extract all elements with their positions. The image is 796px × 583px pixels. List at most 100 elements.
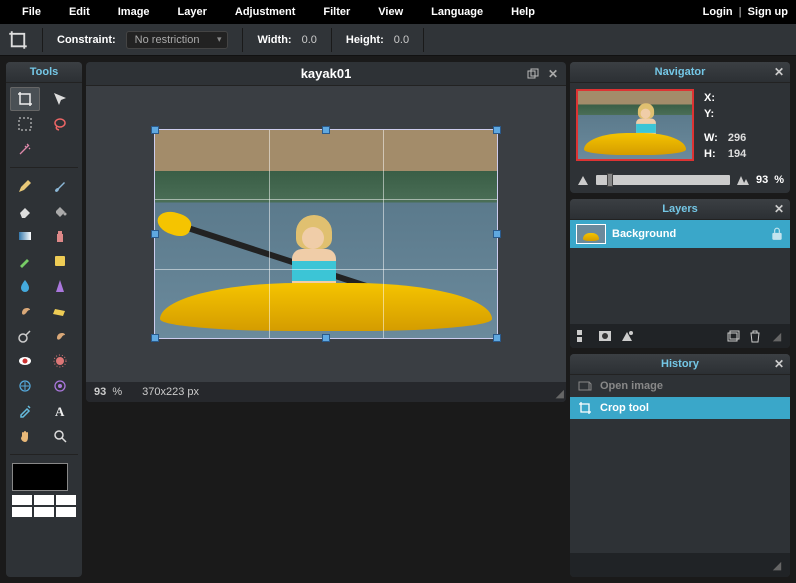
resize-grip-icon[interactable]: ◢ <box>770 329 784 343</box>
blur-tool[interactable] <box>10 274 40 298</box>
zoom-out-icon[interactable] <box>576 173 590 187</box>
bloat-tool[interactable] <box>10 374 40 398</box>
smudge-tool[interactable] <box>10 299 40 323</box>
swatch[interactable] <box>34 507 54 517</box>
foreground-swatch[interactable] <box>12 463 68 491</box>
close-icon[interactable]: ✕ <box>774 357 784 371</box>
resize-grip-icon[interactable]: ◢ <box>770 558 784 572</box>
menu-layer[interactable]: Layer <box>164 2 221 22</box>
clone-tool[interactable] <box>45 224 75 248</box>
menu-help[interactable]: Help <box>497 2 549 22</box>
menu-file[interactable]: File <box>8 2 55 22</box>
close-icon[interactable]: ✕ <box>774 202 784 216</box>
layer-name: Background <box>612 228 676 240</box>
constraint-label: Constraint: <box>57 34 116 46</box>
tools-title: Tools <box>6 62 82 83</box>
nav-x-value <box>728 91 746 105</box>
burn-tool[interactable] <box>45 324 75 348</box>
layer-row[interactable]: Background <box>570 220 790 248</box>
nav-w-label: W: <box>704 131 726 145</box>
swatch[interactable] <box>34 495 54 505</box>
type-tool[interactable]: A <box>45 399 75 423</box>
delete-layer-icon[interactable] <box>748 329 762 343</box>
wand-tool[interactable] <box>10 137 40 161</box>
dodge-tool[interactable] <box>10 324 40 348</box>
move-tool[interactable] <box>45 87 75 111</box>
hand-tool[interactable] <box>10 424 40 448</box>
menu-image[interactable]: Image <box>104 2 164 22</box>
status-dimensions: 370x223 px <box>142 386 199 398</box>
signup-link[interactable]: Sign up <box>748 6 788 18</box>
pencil-tool[interactable] <box>10 174 40 198</box>
crop-tool[interactable] <box>10 87 40 111</box>
width-value[interactable]: 0.0 <box>302 34 317 46</box>
nav-x-label: X: <box>704 91 726 105</box>
sharpen-tool[interactable] <box>45 274 75 298</box>
eraser-tool[interactable] <box>10 199 40 223</box>
zoom-tool[interactable] <box>45 424 75 448</box>
menubar-left: File Edit Image Layer Adjustment Filter … <box>8 2 549 22</box>
nav-y-value <box>728 107 746 121</box>
menubar: File Edit Image Layer Adjustment Filter … <box>0 0 796 24</box>
close-icon[interactable]: ✕ <box>546 67 560 81</box>
tools-grid <box>6 83 82 165</box>
bucket-tool[interactable] <box>45 199 75 223</box>
canvas-body[interactable] <box>86 86 566 382</box>
menu-view[interactable]: View <box>364 2 417 22</box>
history-item-label: Open image <box>600 380 663 392</box>
height-label: Height: <box>346 34 384 46</box>
menu-adjustment[interactable]: Adjustment <box>221 2 310 22</box>
layer-settings-icon[interactable] <box>576 329 590 343</box>
brush-tool[interactable] <box>45 174 75 198</box>
image-with-crop[interactable] <box>154 129 498 339</box>
zoom-in-icon[interactable] <box>736 173 750 187</box>
menu-edit[interactable]: Edit <box>55 2 104 22</box>
history-item-crop[interactable]: Crop tool <box>570 397 790 419</box>
eyedropper-tool[interactable] <box>10 399 40 423</box>
pinch-tool[interactable] <box>45 374 75 398</box>
nav-w-value: 296 <box>728 131 746 145</box>
sponge-tool[interactable] <box>45 299 75 323</box>
swatch[interactable] <box>12 495 32 505</box>
separator <box>242 28 243 52</box>
lasso-tool[interactable] <box>45 112 75 136</box>
layer-mask-icon[interactable] <box>598 329 612 343</box>
menu-filter[interactable]: Filter <box>309 2 364 22</box>
marquee-tool[interactable] <box>10 112 40 136</box>
height-value[interactable]: 0.0 <box>394 34 409 46</box>
layer-thumbnail <box>576 224 606 244</box>
swatch[interactable] <box>56 495 76 505</box>
new-layer-icon[interactable] <box>726 329 740 343</box>
maximize-icon[interactable] <box>526 67 540 81</box>
gradient-tool[interactable] <box>10 224 40 248</box>
close-icon[interactable]: ✕ <box>774 65 784 79</box>
canvas-title: kayak01 <box>301 66 352 81</box>
resize-grip-icon[interactable]: ◢ <box>556 387 564 400</box>
separator <box>10 454 78 455</box>
constraint-select[interactable]: No restriction <box>126 31 229 49</box>
swatch[interactable] <box>56 507 76 517</box>
canvas-area: kayak01 ✕ <box>86 62 566 577</box>
separator <box>42 28 43 52</box>
login-link[interactable]: Login <box>703 6 733 18</box>
draw-tool[interactable] <box>45 249 75 273</box>
nav-y-label: Y: <box>704 107 726 121</box>
crop-icon <box>8 30 28 50</box>
color-replace-tool[interactable] <box>10 249 40 273</box>
navigator-thumbnail[interactable] <box>576 89 694 161</box>
spot-heal-tool[interactable] <box>45 349 75 373</box>
swatch[interactable] <box>12 507 32 517</box>
history-item-open[interactable]: Open image <box>570 375 790 397</box>
tools-panel: Tools <box>6 62 82 577</box>
lock-icon[interactable] <box>770 227 784 241</box>
status-zoom: 93 <box>94 386 106 398</box>
zoom-slider[interactable] <box>596 175 730 185</box>
zoom-slider-knob[interactable] <box>607 173 613 187</box>
history-title: History <box>661 358 699 370</box>
layers-title: Layers <box>662 203 697 215</box>
layer-style-icon[interactable] <box>620 329 634 343</box>
separator <box>10 167 78 168</box>
nav-h-value: 194 <box>728 147 746 161</box>
redeye-tool[interactable] <box>10 349 40 373</box>
menu-language[interactable]: Language <box>417 2 497 22</box>
